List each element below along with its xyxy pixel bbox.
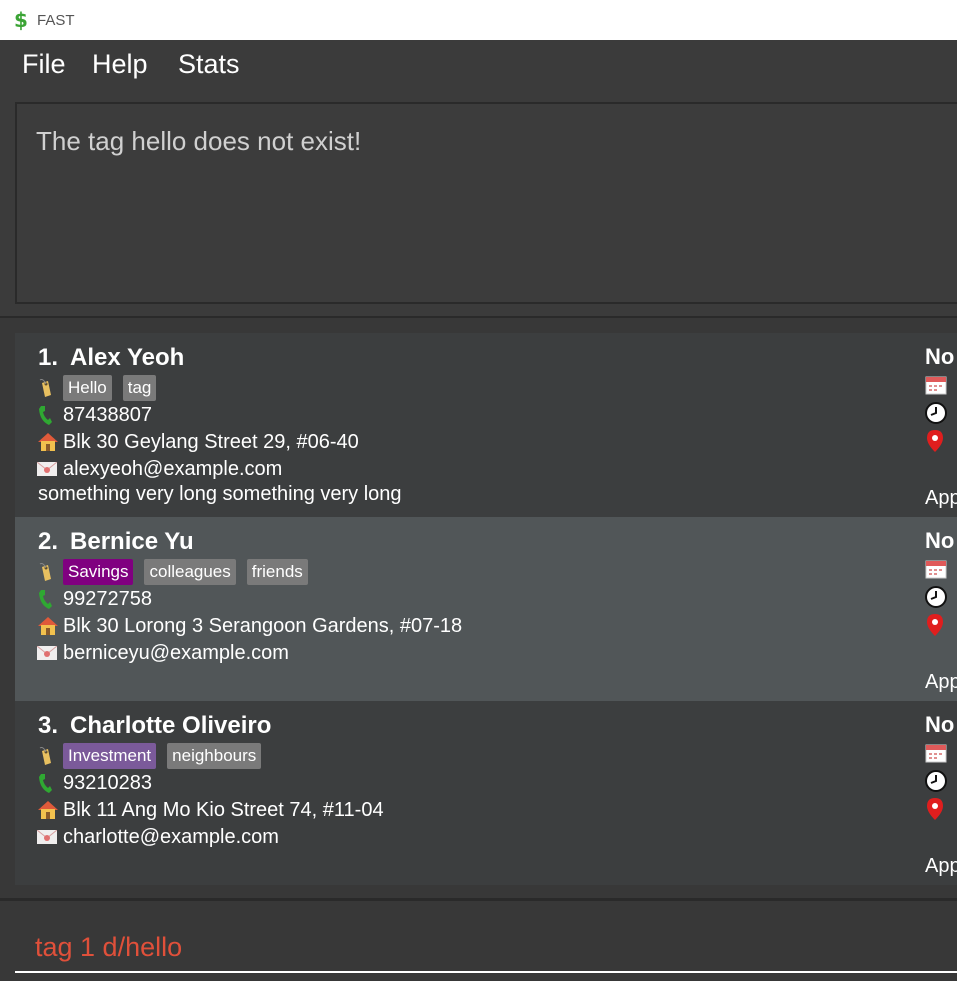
clock-icon xyxy=(925,770,947,792)
appointment-label: App xyxy=(925,855,957,877)
result-display[interactable]: The tag hello does not exist! xyxy=(15,102,957,304)
window-title: FAST xyxy=(37,11,75,29)
phone-number: 87438807 xyxy=(63,403,152,426)
address: Blk 11 Ang Mo Kio Street 74, #11-04 xyxy=(63,798,384,821)
tag-badge: colleagues xyxy=(144,559,236,585)
title-bar: $ FAST xyxy=(0,0,957,40)
tag-row: Savings colleagues friends xyxy=(37,559,319,585)
tag-icon xyxy=(37,561,63,583)
calendar-icon xyxy=(925,743,947,765)
address-row: Blk 11 Ang Mo Kio Street 74, #11-04 xyxy=(37,797,384,823)
calendar-icon xyxy=(925,559,947,581)
email-row: charlotte@example.com xyxy=(37,824,279,850)
result-message: The tag hello does not exist! xyxy=(36,126,362,156)
house-icon xyxy=(37,432,63,452)
dollar-icon: $ xyxy=(14,8,28,32)
phone-icon xyxy=(37,772,63,794)
location-pin-icon xyxy=(925,613,947,636)
email-row: berniceyu@example.com xyxy=(37,640,289,666)
tag-row: Hello tag xyxy=(37,375,167,401)
person-name: Bernice Yu xyxy=(70,528,194,555)
appointment-title: No xyxy=(925,344,955,369)
address: Blk 30 Lorong 3 Serangoon Gardens, #07-1… xyxy=(63,614,463,637)
calendar-icon xyxy=(925,375,947,397)
appointment-label: App xyxy=(925,487,957,509)
appointment-panel: No App xyxy=(925,517,957,701)
tag-icon xyxy=(37,377,63,399)
tag-badge: Investment xyxy=(63,743,157,769)
tag-badge: Hello xyxy=(63,375,112,401)
menu-help[interactable]: Help xyxy=(92,49,148,80)
email: alexyeoh@example.com xyxy=(63,457,283,480)
tag-badge: neighbours xyxy=(167,743,262,769)
phone-number: 93210283 xyxy=(63,771,152,794)
email-row: alexyeoh@example.com xyxy=(37,456,282,482)
person-index: 3. xyxy=(38,712,59,739)
person-index: 2. xyxy=(38,528,59,555)
menu-bar: File Help Stats xyxy=(0,40,957,93)
envelope-icon xyxy=(37,462,63,476)
house-icon xyxy=(37,800,63,820)
appointment-panel: No App xyxy=(925,333,957,517)
address: Blk 30 Geylang Street 29, #06-40 xyxy=(63,430,359,453)
person-name-heading: 2. Bernice Yu xyxy=(38,528,194,556)
location-pin-icon xyxy=(925,429,947,452)
appointment-panel: No App xyxy=(925,701,957,885)
house-icon xyxy=(37,616,63,636)
phone-row: 93210283 xyxy=(37,770,152,796)
email: charlotte@example.com xyxy=(63,825,279,848)
person-card[interactable]: 3. Charlotte Oliveiro Investment neighbou… xyxy=(15,701,957,885)
person-index: 1. xyxy=(38,344,59,371)
person-card[interactable]: 2. Bernice Yu Savings colleagues friends … xyxy=(15,517,957,701)
phone-icon xyxy=(37,588,63,610)
appointment-title: No xyxy=(925,712,955,737)
person-name: Charlotte Oliveiro xyxy=(70,712,272,739)
phone-row: 99272758 xyxy=(37,586,152,612)
result-panel: The tag hello does not exist! xyxy=(0,92,957,318)
phone-row: 87438807 xyxy=(37,402,152,428)
person-card[interactable]: 1.Alex Yeoh Hello tag 87438807 Blk 30 G xyxy=(15,333,957,517)
location-pin-icon xyxy=(925,797,947,820)
appointment-label: App xyxy=(925,671,957,693)
appointment-title: No xyxy=(925,528,955,553)
person-name-heading: 3. Charlotte Oliveiro xyxy=(38,712,271,740)
menu-file[interactable]: File xyxy=(22,49,66,80)
command-panel xyxy=(0,898,957,981)
envelope-icon xyxy=(37,830,63,844)
tag-badge: Savings xyxy=(63,559,134,585)
person-list[interactable]: 1.Alex Yeoh Hello tag 87438807 Blk 30 G xyxy=(15,333,957,885)
command-input[interactable] xyxy=(15,911,957,973)
address-row: Blk 30 Lorong 3 Serangoon Gardens, #07-1… xyxy=(37,613,462,639)
person-name-heading: 1. Alex Yeoh xyxy=(38,344,184,372)
email: berniceyu@example.com xyxy=(63,641,289,664)
tag-icon xyxy=(37,745,63,767)
address-row: Blk 30 Geylang Street 29, #06-40 xyxy=(37,429,359,455)
person-name: Alex Yeoh xyxy=(70,344,185,371)
menu-stats[interactable]: Stats xyxy=(178,49,240,80)
tag-badge: friends xyxy=(246,559,308,585)
tag-row: Investment neighbours xyxy=(37,743,272,769)
remark: something very long something very long xyxy=(38,483,402,505)
tag-badge: tag xyxy=(122,375,157,401)
person-list-panel: 1.Alex Yeoh Hello tag 87438807 Blk 30 G xyxy=(0,318,957,898)
phone-icon xyxy=(37,404,63,426)
clock-icon xyxy=(925,402,947,424)
clock-icon xyxy=(925,586,947,608)
phone-number: 99272758 xyxy=(63,587,152,610)
envelope-icon xyxy=(37,646,63,660)
